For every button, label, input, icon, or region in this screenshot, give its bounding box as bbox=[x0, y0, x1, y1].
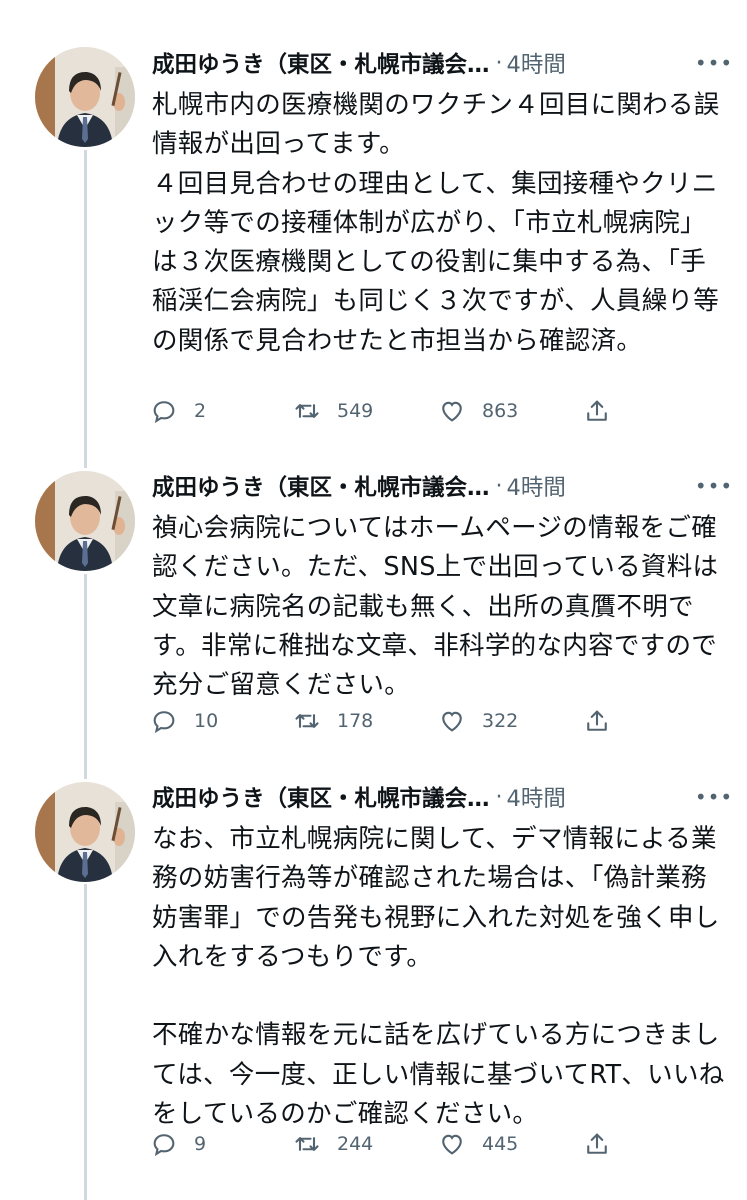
tweet-text: 札幌市内の医療機関のワクチン４回目に関わる誤情報が出回ってます。 ４回目見合わせ… bbox=[152, 90, 720, 356]
reply-button[interactable]: 2 bbox=[150, 397, 293, 425]
reply-button[interactable]: 9 bbox=[150, 1130, 293, 1158]
thread-line bbox=[84, 574, 87, 779]
more-icon[interactable]: ••• bbox=[695, 471, 732, 501]
retweet-icon bbox=[295, 1137, 319, 1151]
timestamp[interactable]: 4時間 bbox=[507, 47, 566, 79]
share-button[interactable] bbox=[583, 707, 611, 735]
tweet-header: 成田ゆうき（東区・札幌市議会… · 4時間 ••• bbox=[152, 469, 732, 503]
avatar[interactable] bbox=[35, 782, 135, 882]
author-name[interactable]: 成田ゆうき（東区・札幌市議会… bbox=[152, 470, 490, 502]
like-button[interactable]: 322 bbox=[438, 707, 583, 735]
reply-icon bbox=[153, 401, 175, 424]
like-button[interactable]: 445 bbox=[438, 1130, 583, 1158]
separator-dot: · bbox=[495, 473, 503, 499]
retweet-icon bbox=[295, 404, 319, 418]
thread-line bbox=[84, 884, 87, 1200]
reply-count: 9 bbox=[194, 1133, 207, 1155]
avatar[interactable] bbox=[35, 471, 135, 571]
tweet-actions: 2 549 863 bbox=[150, 395, 630, 427]
tweet-actions: 9 244 445 bbox=[150, 1128, 630, 1160]
reply-count: 2 bbox=[194, 400, 207, 422]
like-count: 445 bbox=[482, 1133, 519, 1155]
share-icon bbox=[587, 1133, 607, 1154]
retweet-count: 244 bbox=[337, 1133, 374, 1155]
retweet-button[interactable]: 549 bbox=[293, 397, 438, 425]
timestamp[interactable]: 4時間 bbox=[507, 470, 566, 502]
like-icon bbox=[442, 711, 462, 732]
author-name[interactable]: 成田ゆうき（東区・札幌市議会… bbox=[152, 47, 490, 79]
reply-icon bbox=[153, 1134, 175, 1157]
reply-icon bbox=[153, 711, 175, 734]
reply-button[interactable]: 10 bbox=[150, 707, 293, 735]
retweet-count: 178 bbox=[337, 710, 374, 732]
retweet-icon bbox=[295, 714, 319, 728]
retweet-button[interactable]: 178 bbox=[293, 707, 438, 735]
tweet-text: なお、市立札幌病院に関して、デマ情報による業務の妨害行為等が確認された場合は、「… bbox=[152, 824, 725, 1130]
share-button[interactable] bbox=[583, 1130, 611, 1158]
like-count: 863 bbox=[482, 400, 519, 422]
tweet-header: 成田ゆうき（東区・札幌市議会… · 4時間 ••• bbox=[152, 46, 732, 80]
author-name[interactable]: 成田ゆうき（東区・札幌市議会… bbox=[152, 781, 490, 813]
like-icon bbox=[442, 1134, 462, 1155]
share-button[interactable] bbox=[583, 397, 611, 425]
more-icon[interactable]: ••• bbox=[695, 782, 732, 812]
tweet-actions: 10 178 322 bbox=[150, 705, 630, 737]
share-icon bbox=[587, 710, 607, 731]
tweet-header: 成田ゆうき（東区・札幌市議会… · 4時間 ••• bbox=[152, 780, 732, 814]
separator-dot: · bbox=[495, 50, 503, 76]
timestamp[interactable]: 4時間 bbox=[507, 781, 566, 813]
avatar[interactable] bbox=[35, 47, 135, 147]
reply-count: 10 bbox=[194, 710, 219, 732]
thread-line bbox=[84, 150, 87, 468]
share-icon bbox=[587, 400, 607, 421]
retweet-count: 549 bbox=[337, 400, 374, 422]
like-count: 322 bbox=[482, 710, 519, 732]
like-button[interactable]: 863 bbox=[438, 397, 583, 425]
like-icon bbox=[442, 401, 462, 422]
tweet-text: 禎心会病院についてはホームページの情報をご確認ください。ただ、SNS上で出回って… bbox=[152, 513, 719, 701]
separator-dot: · bbox=[495, 784, 503, 810]
more-icon[interactable]: ••• bbox=[695, 48, 732, 78]
retweet-button[interactable]: 244 bbox=[293, 1130, 438, 1158]
